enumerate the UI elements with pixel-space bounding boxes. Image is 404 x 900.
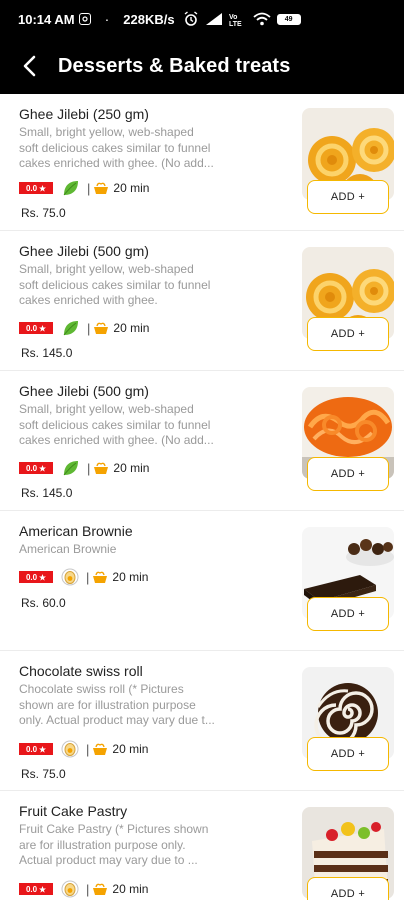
rating-value: 0.0 xyxy=(25,884,38,894)
rating-badge: 0.0 xyxy=(19,462,53,474)
item-meta: 0.0 | 20 min xyxy=(19,459,149,477)
add-button[interactable]: ADD + xyxy=(307,737,389,771)
prep-time-icon xyxy=(94,182,109,194)
meta-separator: | xyxy=(86,569,90,585)
star-icon xyxy=(39,464,47,472)
star-icon xyxy=(39,745,47,753)
prep-time-icon xyxy=(94,322,109,334)
item-price: Rs. 75.0 xyxy=(21,206,66,220)
egg-icon xyxy=(61,568,79,586)
menu-item[interactable]: Fruit Cake Pastry Fruit Cake Pastry (* P… xyxy=(0,791,404,900)
menu-item[interactable]: Ghee Jilebi (500 gm) Small, bright yello… xyxy=(0,231,404,371)
item-price: Rs. 75.0 xyxy=(21,767,66,781)
svg-text:Vo: Vo xyxy=(229,14,237,21)
item-description: American Brownie xyxy=(19,542,117,556)
meta-separator: | xyxy=(86,881,90,897)
add-button[interactable]: ADD + xyxy=(307,317,389,351)
rating-value: 0.0 xyxy=(25,744,38,754)
rating-badge: 0.0 xyxy=(19,743,53,755)
svg-text:LTE: LTE xyxy=(229,21,242,26)
meta-separator: | xyxy=(86,741,90,757)
status-bar: 10:14 AM · 228KB/s Vo LTE 49 xyxy=(0,0,404,38)
veg-leaf-icon xyxy=(63,321,78,336)
instagram-icon xyxy=(78,13,91,25)
menu-item[interactable]: Ghee Jilebi (500 gm) Small, bright yello… xyxy=(0,371,404,511)
item-meta: 0.0 | 20 min xyxy=(19,740,148,758)
prep-time: 20 min xyxy=(112,570,149,584)
prep-time: 20 min xyxy=(113,321,150,335)
veg-leaf-icon xyxy=(63,181,78,196)
alarm-icon xyxy=(184,11,198,26)
item-meta: 0.0 | 20 min xyxy=(19,179,149,197)
page-title: Desserts & Baked treats xyxy=(58,54,291,77)
item-name: Ghee Jilebi (500 gm) xyxy=(19,243,149,259)
volte-icon: Vo LTE xyxy=(229,14,242,26)
add-button[interactable]: ADD + xyxy=(307,877,389,900)
item-price: Rs. 145.0 xyxy=(21,486,73,500)
item-description: Small, bright yellow, web-shaped soft de… xyxy=(19,262,211,307)
item-name: Chocolate swiss roll xyxy=(19,663,143,679)
item-description: Small, bright yellow, web-shaped soft de… xyxy=(19,125,214,170)
star-icon xyxy=(39,885,47,893)
rating-value: 0.0 xyxy=(25,323,38,333)
item-meta: 0.0 | 20 min xyxy=(19,568,148,586)
back-button[interactable] xyxy=(0,38,58,94)
menu-item[interactable]: American Brownie American Brownie 0.0 | … xyxy=(0,511,404,651)
prep-time: 20 min xyxy=(112,882,149,896)
rating-value: 0.0 xyxy=(25,183,38,193)
status-separator: · xyxy=(104,11,110,27)
prep-time: 20 min xyxy=(113,461,150,475)
add-button[interactable]: ADD + xyxy=(307,180,389,214)
prep-time: 20 min xyxy=(113,181,150,195)
item-name: Ghee Jilebi (500 gm) xyxy=(19,383,149,399)
network-speed: 228KB/s xyxy=(123,11,175,27)
item-price: Rs. 145.0 xyxy=(21,346,73,360)
meta-separator: | xyxy=(87,180,91,196)
wifi-icon xyxy=(253,12,271,26)
item-name: American Brownie xyxy=(19,523,133,539)
rating-badge: 0.0 xyxy=(19,322,53,334)
item-description: Fruit Cake Pastry (* Pictures shown are … xyxy=(19,822,209,867)
menu-item[interactable]: Chocolate swiss roll Chocolate swiss rol… xyxy=(0,651,404,791)
signal-icon xyxy=(205,13,222,25)
rating-value: 0.0 xyxy=(25,463,38,473)
egg-icon xyxy=(61,880,79,898)
egg-icon xyxy=(61,740,79,758)
prep-time-icon xyxy=(94,462,109,474)
back-arrow-icon xyxy=(23,55,36,77)
prep-time: 20 min xyxy=(112,742,149,756)
status-time: 10:14 AM xyxy=(18,11,75,27)
rating-value: 0.0 xyxy=(25,572,38,582)
star-icon xyxy=(39,184,47,192)
item-name: Fruit Cake Pastry xyxy=(19,803,128,819)
rating-badge: 0.0 xyxy=(19,883,53,895)
star-icon xyxy=(39,573,47,581)
add-button[interactable]: ADD + xyxy=(307,457,389,491)
battery-level: 49 xyxy=(284,15,293,23)
item-meta: 0.0 | 20 min xyxy=(19,319,149,337)
menu-item[interactable]: Ghee Jilebi (250 gm) Small, bright yello… xyxy=(0,94,404,231)
item-description: Small, bright yellow, web-shaped soft de… xyxy=(19,402,214,447)
star-icon xyxy=(39,324,47,332)
item-description: Chocolate swiss roll (* Pictures shown a… xyxy=(19,682,215,727)
item-name: Ghee Jilebi (250 gm) xyxy=(19,106,149,122)
add-button[interactable]: ADD + xyxy=(307,597,389,631)
veg-leaf-icon xyxy=(63,461,78,476)
item-meta: 0.0 | 20 min xyxy=(19,880,148,898)
battery-icon: 49 xyxy=(276,13,301,25)
app-bar: Desserts & Baked treats xyxy=(0,38,404,94)
menu-list: Ghee Jilebi (250 gm) Small, bright yello… xyxy=(0,94,404,900)
prep-time-icon xyxy=(93,883,108,895)
rating-badge: 0.0 xyxy=(19,571,53,583)
rating-badge: 0.0 xyxy=(19,182,53,194)
item-price: Rs. 60.0 xyxy=(21,596,66,610)
meta-separator: | xyxy=(87,320,91,336)
prep-time-icon xyxy=(93,571,108,583)
prep-time-icon xyxy=(93,743,108,755)
meta-separator: | xyxy=(87,460,91,476)
